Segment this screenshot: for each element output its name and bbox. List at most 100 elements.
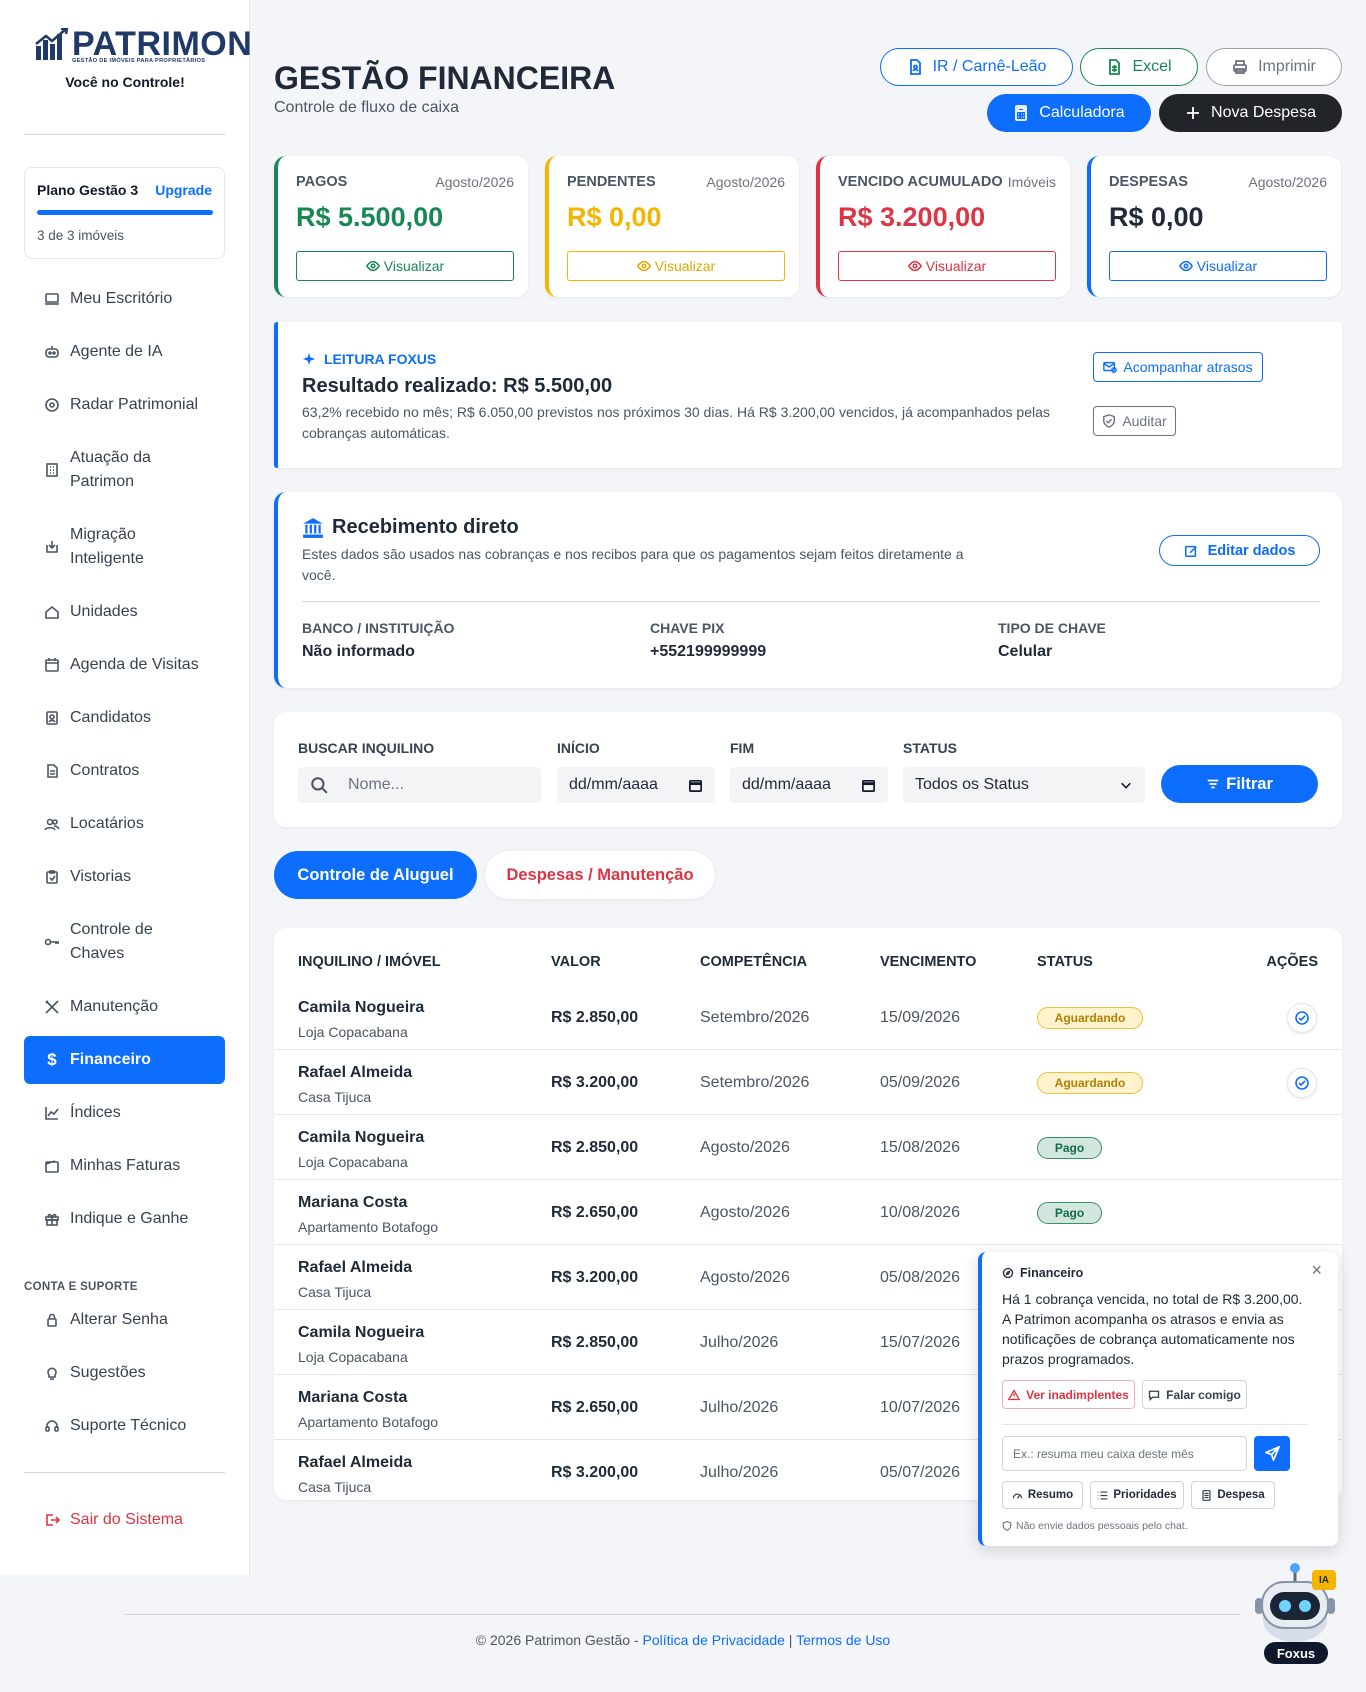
start-date-input[interactable]: dd/mm/aaaa xyxy=(557,767,715,803)
brand-logo[interactable]: PATRIMON GESTÃO DE IMÓVEIS PARA PROPRIET… xyxy=(34,24,252,64)
print-button[interactable]: Imprimir xyxy=(1206,48,1342,86)
sidebar: PATRIMON GESTÃO DE IMÓVEIS PARA PROPRIET… xyxy=(0,0,252,1575)
logout-button[interactable]: Sair do Sistema xyxy=(24,1508,225,1532)
view-label: Visualizar xyxy=(383,258,445,274)
sidebar-item-faturas[interactable]: Minhas Faturas xyxy=(24,1154,225,1178)
compass-icon xyxy=(1002,1267,1014,1279)
foxus-bot-launcher[interactable]: IA Foxus xyxy=(1250,1560,1346,1664)
card-value: R$ 0,00 xyxy=(1109,202,1204,232)
direct-receipt-panel: Recebimento direto Estes dados são usado… xyxy=(274,492,1342,688)
view-button[interactable]: Visualizar xyxy=(1109,251,1327,281)
filter-button[interactable]: Filtrar xyxy=(1161,765,1318,803)
direct-receipt-title: Recebimento direto xyxy=(302,516,519,539)
foxus-chat-popup: Financeiro × Há 1 cobrança vencida, no t… xyxy=(978,1252,1338,1546)
tab-rent-control[interactable]: Controle de Aluguel xyxy=(274,851,477,899)
sidebar-item-chaves[interactable]: Controle de Chaves xyxy=(24,918,225,966)
send-button[interactable] xyxy=(1254,1436,1290,1471)
audit-button[interactable]: Auditar xyxy=(1093,406,1176,436)
new-expense-button[interactable]: Nova Despesa xyxy=(1159,94,1342,132)
card-value: R$ 5.500,00 xyxy=(296,202,444,232)
foxus-title: Resultado realizado: R$ 5.500,00 xyxy=(302,375,613,397)
column-header: STATUS xyxy=(1037,954,1093,970)
tab-expenses[interactable]: Despesas / Manutenção xyxy=(485,851,715,899)
calculator-button[interactable]: Calculadora xyxy=(987,94,1151,132)
footer: © 2026 Patrimon Gestão - Política de Pri… xyxy=(0,1632,1366,1648)
privacy-policy-link[interactable]: Política de Privacidade xyxy=(642,1632,784,1648)
property-name: Apartamento Botafogo xyxy=(298,1414,439,1430)
list-icon xyxy=(1098,1490,1108,1500)
column-header: AÇÕES xyxy=(1266,954,1318,970)
sidebar-item-atuacao[interactable]: Atuação da Patrimon xyxy=(24,446,225,494)
property-name: Loja Copacabana xyxy=(298,1349,408,1365)
quick-priorities-button[interactable]: Prioridades xyxy=(1090,1481,1184,1509)
rent-value: R$ 3.200,00 xyxy=(551,1074,639,1091)
sidebar-item-financeiro[interactable]: $ Financeiro xyxy=(24,1036,225,1084)
sidebar-item-candidatos[interactable]: Candidatos xyxy=(24,706,225,730)
chat-input[interactable]: Ex.: resuma meu caixa deste mês xyxy=(1002,1436,1247,1471)
terms-of-use-link[interactable]: Termos de Uso xyxy=(796,1632,890,1648)
sidebar-item-locatarios[interactable]: Locatários xyxy=(24,812,225,836)
sidebar-item-manutencao[interactable]: Manutenção xyxy=(24,995,225,1019)
talk-to-me-button[interactable]: Falar comigo xyxy=(1142,1380,1247,1409)
due-date: 15/07/2026 xyxy=(880,1334,961,1351)
upgrade-link[interactable]: Upgrade xyxy=(155,182,212,198)
sidebar-item-label: Meu Escritório xyxy=(70,290,173,307)
gift-icon xyxy=(42,1211,62,1227)
sidebar-item-label: Agente de IA xyxy=(70,343,163,360)
excel-button[interactable]: Excel xyxy=(1080,48,1198,86)
ir-carne-leao-label: IR / Carnê-Leão xyxy=(932,58,1047,75)
sidebar-item-label: Financeiro xyxy=(70,1051,151,1068)
card-value: R$ 3.200,00 xyxy=(838,202,986,232)
column-header: VALOR xyxy=(551,954,601,970)
status-selected-value: Todos os Status xyxy=(915,776,1029,793)
bank-value: Não informado xyxy=(302,643,415,660)
sidebar-item-radar[interactable]: Radar Patrimonial xyxy=(24,393,225,417)
due-date: 10/08/2026 xyxy=(880,1204,961,1221)
sidebar-item-suporte[interactable]: Suporte Técnico xyxy=(24,1414,225,1438)
tools-icon xyxy=(42,999,62,1015)
end-date-label: FIM xyxy=(730,740,755,756)
sidebar-item-sugestoes[interactable]: Sugestões xyxy=(24,1361,225,1385)
calendar-icon xyxy=(862,779,875,792)
close-icon[interactable]: × xyxy=(1311,1260,1322,1281)
sidebar-item-contratos[interactable]: Contratos xyxy=(24,759,225,783)
status-select[interactable]: Todos os Status xyxy=(903,767,1145,803)
view-button[interactable]: Visualizar xyxy=(296,251,514,281)
card-period: Imóveis xyxy=(1007,174,1056,190)
privacy-note: Não envie dados pessoais pelo chat. xyxy=(1002,1520,1188,1532)
sidebar-item-indices[interactable]: Índices xyxy=(24,1101,225,1125)
view-button[interactable]: Visualizar xyxy=(567,251,785,281)
view-button[interactable]: Visualizar xyxy=(838,251,1056,281)
confirm-payment-button[interactable] xyxy=(1287,1068,1317,1098)
quick-expense-label: Despesa xyxy=(1217,1489,1265,1501)
confirm-payment-button[interactable] xyxy=(1287,1003,1317,1033)
sidebar-item-alterar-senha[interactable]: Alterar Senha xyxy=(24,1308,225,1332)
sidebar-item-indique[interactable]: Indique e Ganhe xyxy=(24,1207,225,1231)
check-circle-icon xyxy=(1295,1076,1309,1090)
sidebar-item-label: Candidatos xyxy=(70,709,151,726)
quick-expense-button[interactable]: Despesa xyxy=(1191,1481,1275,1509)
sidebar-item-meu-escritorio[interactable]: Meu Escritório xyxy=(24,287,225,311)
search-tenant-input[interactable]: Nome... xyxy=(298,767,541,803)
wallet-icon xyxy=(42,1158,62,1174)
page-title: GESTÃO FINANCEIRA xyxy=(274,60,616,96)
sidebar-item-agente-ia[interactable]: Agente de IA xyxy=(24,340,225,364)
sidebar-item-migracao[interactable]: Migração Inteligente xyxy=(24,523,225,571)
sidebar-item-unidades[interactable]: Unidades xyxy=(24,600,225,624)
view-overdue-button[interactable]: Ver inadimplentes xyxy=(1002,1380,1135,1409)
building-icon xyxy=(42,462,62,478)
quick-summary-button[interactable]: Resumo xyxy=(1002,1481,1083,1509)
edit-data-button[interactable]: Editar dados xyxy=(1159,535,1320,566)
calendar-icon xyxy=(42,657,62,673)
sidebar-item-agenda[interactable]: Agenda de Visitas xyxy=(24,653,225,677)
footer-divider xyxy=(125,1614,1241,1615)
start-date-label: INÍCIO xyxy=(557,740,600,756)
gauge-icon xyxy=(1012,1493,1023,1499)
competence: Agosto/2026 xyxy=(700,1204,790,1221)
end-date-input[interactable]: dd/mm/aaaa xyxy=(730,767,888,803)
sidebar-item-vistorias[interactable]: Vistorias xyxy=(24,865,225,889)
ir-carne-leao-button[interactable]: IR / Carnê-Leão xyxy=(880,48,1073,86)
track-overdue-button[interactable]: Acompanhar atrasos xyxy=(1093,352,1263,382)
tenant-name: Mariana Costa xyxy=(298,1194,408,1211)
bank-field: BANCO / INSTITUIÇÃO Não informado xyxy=(302,620,454,661)
